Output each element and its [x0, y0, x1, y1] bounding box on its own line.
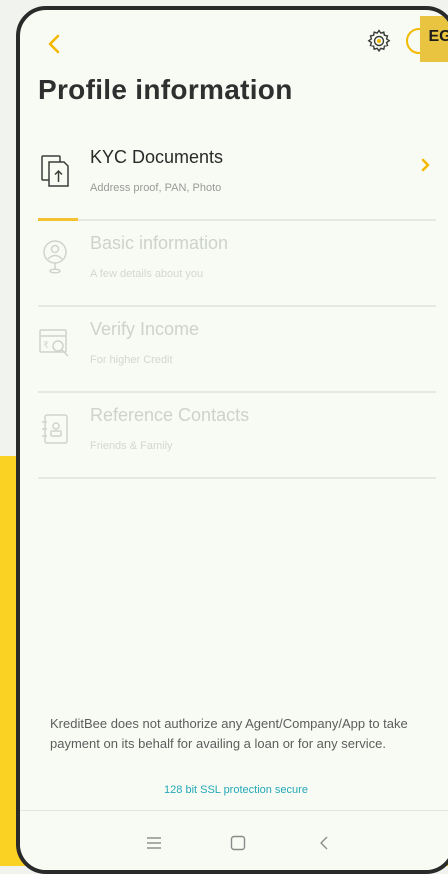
- menu-icon: [147, 837, 161, 849]
- user-badge-text: EG: [428, 28, 448, 45]
- item-sublabel: Friends & Family: [90, 440, 173, 452]
- user-badge[interactable]: EG: [420, 16, 448, 62]
- settings-button[interactable]: [364, 26, 394, 56]
- item-label: Reference Contacts: [90, 405, 250, 425]
- item-label: Basic information: [90, 233, 229, 253]
- disclaimer-text: KreditBee does not authorize any Agent/C…: [50, 716, 408, 751]
- system-navigation-bar: [20, 810, 448, 870]
- page-title: Profile information: [38, 74, 293, 105]
- back-button[interactable]: [42, 32, 66, 56]
- chevron-right-icon: [416, 155, 436, 175]
- home-nav-button[interactable]: [224, 829, 252, 857]
- item-label: Verify Income: [90, 319, 200, 339]
- back-arrow-icon: [48, 34, 60, 54]
- phone-frame: EG Profile information KYC Documents Add…: [16, 6, 448, 874]
- app-screen: EG Profile information KYC Documents Add…: [20, 10, 448, 870]
- gear-icon: [367, 29, 391, 53]
- item-sublabel: A few details about you: [90, 268, 204, 280]
- user-location-icon: [38, 237, 72, 277]
- ssl-security-text: 128 bit SSL protection secure: [164, 784, 308, 796]
- menu-nav-button[interactable]: [140, 829, 168, 857]
- item-sublabel: Address proof, PAN, Photo: [90, 182, 222, 194]
- contacts-book-icon: [38, 409, 72, 449]
- svg-text:₹: ₹: [43, 341, 49, 351]
- basic-information-item[interactable]: Basic information A few details about yo…: [38, 221, 436, 307]
- verify-income-item[interactable]: ₹ Verify Income For higher Credit: [38, 307, 436, 393]
- kyc-documents-item[interactable]: KYC Documents Address proof, PAN, Photo: [38, 135, 436, 221]
- back-nav-button[interactable]: [310, 829, 338, 857]
- back-triangle-icon: [320, 836, 328, 850]
- item-label: KYC Documents: [90, 147, 224, 167]
- item-sublabel: For higher Credit: [90, 354, 173, 366]
- reference-contacts-item[interactable]: Reference Contacts Friends & Family: [38, 393, 436, 479]
- home-square-icon: [230, 835, 246, 851]
- document-upload-icon: [38, 151, 72, 191]
- income-search-icon: ₹: [38, 323, 72, 363]
